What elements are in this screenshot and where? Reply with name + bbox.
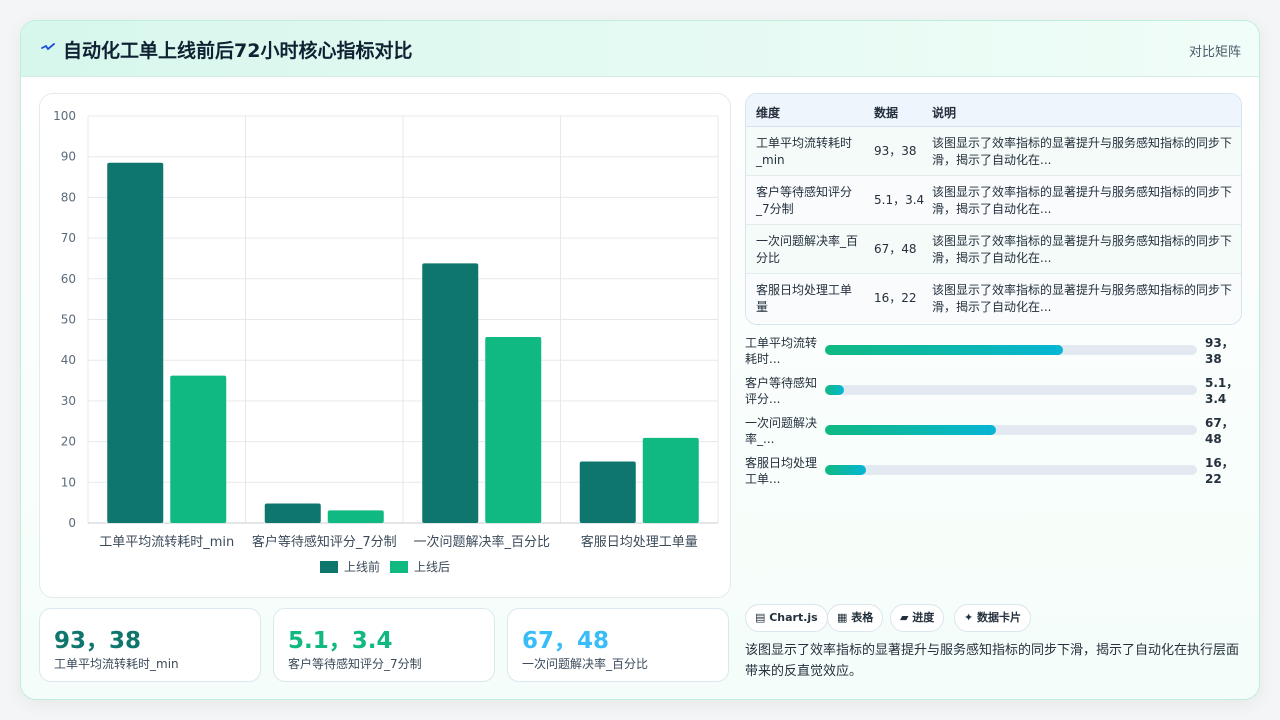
dashboard-card: 自动化工单上线前后72小时核心指标对比 对比矩阵 0 10 20 30 40 50 60 70… [20, 20, 1260, 700]
y-tick-label: 50 [61, 313, 76, 327]
kpi-card: 93，38 工单平均流转耗时_min [39, 608, 261, 682]
y-tick-label: 90 [61, 150, 76, 164]
bar-0-2 [422, 263, 479, 523]
kpi-card: 67，48 一次问题解决率_百分比 [507, 608, 729, 682]
y-tick-label: 100 [53, 109, 76, 123]
legend-swatch [390, 561, 408, 573]
x-tick-label: 一次问题解决率_百分比 [413, 534, 550, 550]
progress-fill [825, 465, 866, 475]
legend-label: 上线前 [344, 559, 380, 574]
y-tick-label: 70 [61, 231, 76, 245]
y-tick-label: 10 [61, 475, 76, 489]
legend-label: 上线后 [414, 560, 450, 574]
table-row: 工单平均流转耗时_min 93，38 该图显示了效率指标的显著提升与服务感知指标… [746, 127, 1241, 176]
row-dimension: 工单平均流转耗时_min [756, 136, 853, 167]
row-data: 16，22 [874, 291, 917, 305]
y-tick-label: 80 [61, 190, 76, 204]
progress-row: 一次问题解决率_... 67，48 [745, 413, 1242, 453]
row-note: 该图显示了效率指标的显著提升与服务感知指标的同步下滑，揭示了自动化在... [932, 136, 1233, 167]
y-tick-label: 20 [61, 435, 76, 449]
table-row: 客户等待感知评分_7分制 5.1，3.4 该图显示了效率指标的显著提升与服务感知… [746, 176, 1241, 225]
table-row: 一次问题解决率_百分比 67，48 该图显示了效率指标的显著提升与服务感知指标的… [746, 225, 1241, 274]
progress-value: 5.1，3.4 [1205, 376, 1239, 406]
kpi-card: 5.1，3.4 客户等待感知评分_7分制 [273, 608, 495, 682]
progress-fill [825, 345, 1064, 355]
legend-swatch [320, 561, 338, 573]
bar-1-1 [327, 510, 384, 523]
view-tag: 对比矩阵 [1188, 45, 1241, 60]
progress-label: 客服日均处理工单... [745, 456, 818, 486]
x-tick-label: 客服日均处理工单量 [581, 534, 698, 550]
page-title: 自动化工单上线前后72小时核心指标对比 [63, 40, 413, 62]
chip-progress[interactable]: ▰ 进度 [890, 604, 945, 632]
chip-chartjs[interactable]: ▤ Chart.js [745, 604, 828, 632]
progress-label: 客户等待感知评分... [745, 376, 818, 406]
chip-data-cards[interactable]: ✦ 数据卡片 [954, 604, 1032, 632]
table-header: 维度 数据 说明 [746, 94, 1241, 127]
kpi-label: 一次问题解决率_百分比 [522, 657, 649, 671]
kpi-label: 工单平均流转耗时_min [54, 657, 179, 671]
progress-row: 客服日均处理工单... 16，22 [745, 453, 1242, 493]
table-row: 客服日均处理工单量 16，22 该图显示了效率指标的显著提升与服务感知指标的同步… [746, 274, 1241, 323]
bar-1-3 [642, 437, 699, 523]
header-cell-dimension: 维度 [756, 106, 781, 120]
header-cell-data: 数据 [874, 106, 899, 120]
progress-value: 67，48 [1205, 416, 1234, 446]
progress-value: 93，38 [1205, 336, 1234, 366]
row-note: 该图显示了效率指标的显著提升与服务感知指标的同步下滑，揭示了自动化在... [932, 185, 1233, 216]
row-note: 该图显示了效率指标的显著提升与服务感知指标的同步下滑，揭示了自动化在... [932, 234, 1233, 265]
x-tick-label: 工单平均流转耗时_min [99, 535, 234, 550]
progress-label: 工单平均流转耗时... [745, 336, 818, 366]
bar-0-0 [107, 162, 164, 523]
y-tick-label: 0 [68, 516, 76, 530]
bar-chart: 0 10 20 30 40 50 60 70 80 90 100 工单平均流转耗时_min 客户等待感知… [53, 109, 719, 574]
progress-label: 一次问题解决率_... [745, 416, 818, 446]
bar-0-3 [579, 461, 636, 523]
progress-track [825, 345, 1197, 355]
row-data: 67，48 [874, 242, 917, 256]
kpi-value: 67，48 [522, 628, 610, 654]
chip-table[interactable]: ▦ 表格 [827, 604, 884, 632]
y-tick-label: 40 [61, 353, 76, 367]
kpi-value: 93，38 [54, 628, 142, 654]
header: 自动化工单上线前后72小时核心指标对比 对比矩阵 [21, 21, 1259, 77]
progress-track [825, 425, 1197, 435]
row-dimension: 客服日均处理工单量 [756, 283, 853, 314]
row-data: 5.1，3.4 [874, 193, 925, 207]
progress-fill [825, 385, 844, 395]
bar-0-1 [264, 503, 321, 523]
progress-value: 16，22 [1205, 456, 1234, 486]
bar-1-2 [485, 337, 542, 523]
data-table: 维度 数据 说明 工单平均流转耗时_min 93，38 该图显示了效率指标的显著… [745, 93, 1242, 325]
pulse-icon [41, 43, 55, 51]
row-dimension: 客户等待感知评分_7分制 [756, 185, 853, 216]
bar-chart-panel: 0 10 20 30 40 50 60 70 80 90 100 工单平均流转耗时_min 客户等待感知… [39, 93, 731, 598]
kpi-label: 客户等待感知评分_7分制 [288, 657, 422, 671]
row-data: 93，38 [874, 144, 917, 158]
x-tick-label: 客户等待感知评分_7分制 [252, 534, 397, 550]
row-dimension: 一次问题解决率_百分比 [756, 234, 859, 265]
summary-text: 该图显示了效率指标的显著提升与服务感知指标的同步下滑，揭示了自动化在执行层面带来… [745, 643, 1240, 679]
progress-track [825, 385, 1197, 395]
bar-1-0 [170, 375, 227, 523]
progress-row: 客户等待感知评分... 5.1，3.4 [745, 373, 1242, 413]
progress-list: 工单平均流转耗时... 93，38 客户等待感知评分... 5.1，3.4 一次… [745, 333, 1242, 493]
y-tick-label: 60 [61, 272, 76, 286]
row-note: 该图显示了效率指标的显著提升与服务感知指标的同步下滑，揭示了自动化在... [932, 283, 1233, 314]
progress-row: 工单平均流转耗时... 93，38 [745, 333, 1242, 373]
progress-track [825, 465, 1197, 475]
progress-fill [825, 425, 997, 435]
kpi-value: 5.1，3.4 [288, 628, 393, 654]
header-cell-note: 说明 [932, 106, 957, 120]
y-tick-label: 30 [61, 394, 76, 408]
